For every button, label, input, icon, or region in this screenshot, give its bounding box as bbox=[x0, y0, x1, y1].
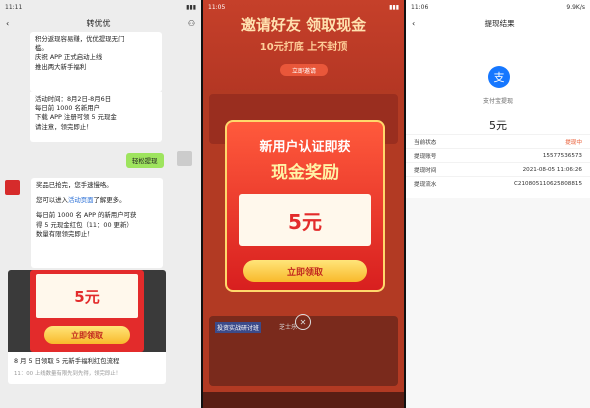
status-time: 11:06 bbox=[411, 3, 429, 11]
detail-row: 当前状态 提现中 bbox=[406, 134, 590, 148]
message-line: 得 5 元现金红包（11：00 更新） bbox=[36, 220, 133, 229]
detail-list: 当前状态 提现中 提现账号 15577536573 提现时间 2021-08-05 1… bbox=[406, 134, 590, 190]
message-line: 活动时间：8月2日-8月6日 bbox=[35, 95, 112, 103]
status-value: 提现中 bbox=[565, 139, 582, 146]
bottom-nav bbox=[203, 392, 404, 408]
network-speed: 9.9K/s bbox=[566, 3, 585, 11]
card-subtitle: 11：00 上线数量有限先到先得，领完即止！ bbox=[14, 371, 122, 377]
detail-key: 提现流水 bbox=[414, 181, 437, 188]
reward-amount: 5元 bbox=[239, 194, 371, 246]
page-title: 提现结果 bbox=[484, 18, 515, 28]
detail-value: 15577536573 bbox=[542, 152, 582, 159]
claim-button[interactable]: 立即领取 bbox=[243, 260, 367, 282]
battery-icon: ▮▮▮ bbox=[186, 3, 196, 11]
bot-avatar[interactable] bbox=[5, 180, 20, 195]
banner-title: 邀请好友 领取现金 bbox=[240, 16, 367, 34]
message-line: 数量有限领完即止！ bbox=[36, 229, 94, 238]
message-text: 了解更多。 bbox=[93, 196, 126, 205]
withdraw-amount: 5元 bbox=[489, 119, 507, 132]
chat-screen: 11:11 ▮▮▮ ‹ 转优优 ⚇ 积分返现容易赚，优优提现无门 槛。 庆祝 AP… bbox=[0, 0, 201, 408]
modal-subtitle: 现金奖励 bbox=[271, 163, 339, 183]
banner-subtitle: 10元打底 上不封顶 bbox=[259, 42, 348, 53]
course-tag: 投资实战研讨班 bbox=[215, 322, 262, 333]
claim-button[interactable]: 立即领取 bbox=[44, 326, 130, 344]
link-card[interactable]: 5元 立即领取 8 月 5 日领取 5 元新手福利红包流程 11：00 上线数量… bbox=[8, 270, 166, 384]
alipay-icon: 支 bbox=[488, 66, 510, 88]
detail-key: 提现账号 bbox=[414, 153, 437, 160]
back-icon[interactable]: ‹ bbox=[412, 19, 415, 28]
activity-link[interactable]: 活动页面 bbox=[68, 196, 94, 204]
method-label: 支付宝提现 bbox=[482, 98, 513, 105]
message-line: 奖品已抢完，您手速慢咯。 bbox=[36, 181, 113, 189]
message-line: 请注意，领完即止！ bbox=[35, 122, 93, 131]
status-bar: 11:05 ▮▮▮ bbox=[203, 0, 404, 14]
invite-button[interactable]: 立即邀请 bbox=[280, 64, 328, 76]
message-text: 您可以进入 bbox=[36, 196, 68, 205]
app-screen: 11:05 ▮▮▮ 邀请好友 领取现金 10元打底 上不封顶 立即邀请 芝士乐 投… bbox=[203, 0, 404, 408]
detail-key: 提现时间 bbox=[414, 167, 437, 174]
detail-row: 提现时间 2021-08-05 11:06:26 bbox=[406, 162, 590, 176]
message-bubble: 奖品已抢完，您手速慢咯。 您可以进入活动页面了解更多。 每日前 1000 名 A… bbox=[31, 178, 163, 268]
battery-icon: ▮▮▮ bbox=[389, 3, 399, 11]
chat-header: ‹ 转优优 ⚇ bbox=[0, 14, 201, 32]
reply-bubble: 轻松提现 bbox=[126, 153, 164, 168]
status-time: 11:05 bbox=[208, 3, 226, 11]
detail-row: 提现账号 15577536573 bbox=[406, 148, 590, 162]
message-line: 积分返现容易赚，优优提现无门 bbox=[35, 35, 125, 43]
envelope-amount: 5元 bbox=[36, 274, 138, 318]
page-header: ‹ 提现结果 bbox=[406, 14, 590, 32]
card-title: 8 月 5 日领取 5 元新手福利红包流程 bbox=[14, 357, 120, 365]
message-line: 每日前 1000 名 APP 的新用户可获 bbox=[36, 211, 137, 220]
close-icon[interactable]: ✕ bbox=[295, 314, 311, 330]
back-icon[interactable]: ‹ bbox=[6, 19, 9, 28]
chat-title: 转优优 bbox=[86, 18, 111, 28]
withdraw-result-screen: 11:06 9.9K/s ‹ 提现结果 支 支付宝提现 5元 当前状态 提现中 提现… bbox=[406, 0, 590, 408]
detail-row: 提现流水 C210805110625808815 bbox=[406, 176, 590, 190]
detail-value: 2021-08-05 11:06:26 bbox=[522, 166, 582, 173]
modal-title: 新用户认证即获 bbox=[259, 140, 351, 155]
status-time: 11:11 bbox=[5, 3, 23, 11]
avatar[interactable] bbox=[177, 151, 192, 166]
red-envelope: 5元 立即领取 bbox=[30, 270, 144, 352]
reward-modal: 新用户认证即获 现金奖励 5元 立即领取 bbox=[225, 120, 385, 292]
message-bubble: 积分返现容易赚，优优提现无门 槛。 庆祝 APP 正式启动上线 推出两大新手福利 bbox=[30, 32, 162, 92]
user-icon[interactable]: ⚇ bbox=[188, 19, 195, 28]
message-line: 推出两大新手福利 bbox=[35, 62, 87, 71]
message-line: 您可以进入活动页面了解更多。 bbox=[36, 196, 158, 205]
status-bar: 11:06 9.9K/s bbox=[406, 0, 590, 14]
empty-area bbox=[406, 198, 590, 408]
message-line: 下载 APP 注册可领 5 元现金 bbox=[35, 113, 117, 122]
message-line: 庆祝 APP 正式启动上线 bbox=[35, 53, 103, 62]
message-bubble: 活动时间：8月2日-8月6日 每日前 1000 名新用户 下载 APP 注册可领… bbox=[30, 92, 162, 142]
detail-value: C210805110625808815 bbox=[514, 180, 582, 187]
status-bar: 11:11 ▮▮▮ bbox=[0, 0, 201, 14]
detail-key: 当前状态 bbox=[414, 139, 437, 146]
